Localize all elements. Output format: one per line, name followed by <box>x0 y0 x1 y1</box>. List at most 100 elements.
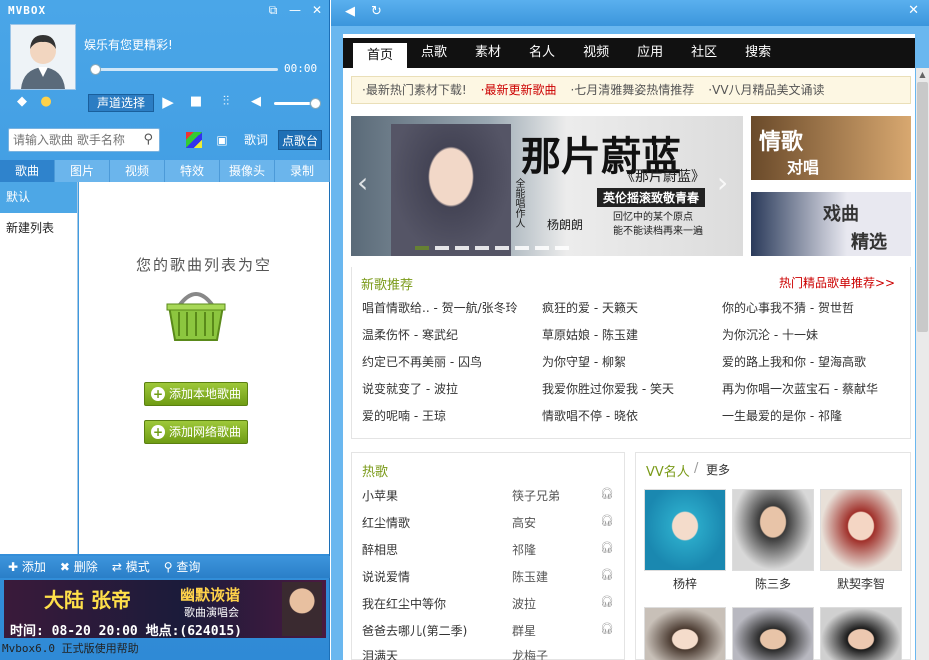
nav-celebrities[interactable]: 名人 <box>515 38 569 68</box>
song-link[interactable]: 爱的路上我和你 - 望海高歌 <box>722 353 866 370</box>
avatar[interactable] <box>10 24 76 90</box>
title-bar[interactable]: MVBOX ⧉ — ✕ <box>0 0 330 22</box>
nav-home[interactable]: 首页 <box>353 41 408 68</box>
headphone-icon[interactable]: 🎧︎ <box>600 514 614 527</box>
hot-song-title[interactable]: 泪满天 <box>362 647 398 660</box>
scroll-thumb[interactable] <box>917 82 928 332</box>
vv-more-link[interactable]: 更多 <box>706 461 730 478</box>
hot-song-artist[interactable]: 陈玉建 <box>512 568 548 585</box>
promo-opera[interactable]: 戏曲 精选 <box>751 192 911 256</box>
hot-song-artist[interactable]: 祁隆 <box>512 541 536 558</box>
song-link[interactable]: 爱的呢喃 - 王琼 <box>362 407 446 424</box>
diamond-icon[interactable]: ◆ <box>14 92 30 112</box>
tab-camera[interactable]: 摄像头 <box>220 160 275 182</box>
song-link[interactable]: 为你沉沦 - 十一妹 <box>722 326 818 343</box>
delete-button[interactable]: ✖ 删除 <box>60 556 98 578</box>
headphone-icon[interactable]: 🎧︎ <box>600 487 614 500</box>
carousel-dot[interactable] <box>535 246 549 250</box>
headphone-icon[interactable]: 🎧︎ <box>600 541 614 554</box>
song-link[interactable]: 再为你唱一次蓝宝石 - 蔡献华 <box>722 380 878 397</box>
nav-apps[interactable]: 应用 <box>623 38 677 68</box>
notice-link[interactable]: ·最新更新歌曲 <box>481 77 557 103</box>
channel-select-button[interactable]: 声道选择 <box>88 94 154 112</box>
celebrity-name[interactable]: 杨梓 <box>644 575 726 592</box>
carousel-dot[interactable] <box>455 246 469 250</box>
close-panel-button[interactable]: ✕ <box>908 3 919 18</box>
headphone-icon[interactable]: 🎧︎ <box>600 595 614 608</box>
song-link[interactable]: 说变就变了 - 波拉 <box>362 380 458 397</box>
volume-slider[interactable] <box>274 98 321 109</box>
refresh-icon[interactable]: ↻ <box>371 4 382 19</box>
carousel-dot[interactable] <box>515 246 529 250</box>
list-item[interactable]: 泪满天 龙梅子 <box>362 647 618 660</box>
carousel-dot[interactable] <box>555 246 569 250</box>
hot-song-artist[interactable]: 筷子兄弟 <box>512 487 560 504</box>
notice-link[interactable]: ·最新热门素材下载! <box>362 77 467 103</box>
song-link[interactable]: 温柔伤怀 - 寒武纪 <box>362 326 458 343</box>
hot-song-artist[interactable]: 高安 <box>512 514 536 531</box>
close-button[interactable]: ✕ <box>308 2 326 18</box>
celebrity-photo[interactable] <box>644 489 726 571</box>
notice-link[interactable]: ·VV八月精品美文诵读 <box>708 77 824 103</box>
hot-song-title[interactable]: 我在红尘中等你 <box>362 595 446 612</box>
carousel-dot[interactable] <box>475 246 489 250</box>
celebrity-photo[interactable] <box>820 489 902 571</box>
minimize-button[interactable]: — <box>286 2 304 18</box>
headphone-icon[interactable]: 🎧︎ <box>600 622 614 635</box>
tab-songs[interactable]: 歌曲 <box>0 160 55 182</box>
color-palette-icon[interactable] <box>186 132 202 148</box>
song-link[interactable]: 约定已不再美丽 - 囚鸟 <box>362 353 482 370</box>
tab-effects[interactable]: 特效 <box>165 160 220 182</box>
playlist-new[interactable]: 新建列表 <box>0 213 77 244</box>
hot-song-title[interactable]: 说说爱情 <box>362 568 410 585</box>
search-input[interactable] <box>13 132 137 148</box>
song-link[interactable]: 你的心事我不猜 - 贺世哲 <box>722 299 854 316</box>
list-item[interactable]: 醉相思 祁隆 🎧︎ <box>362 541 618 561</box>
hot-song-title[interactable]: 红尘情歌 <box>362 514 410 531</box>
celebrity-photo[interactable] <box>644 607 726 660</box>
restore-button[interactable]: ⧉ <box>264 2 282 18</box>
list-item[interactable]: 我在红尘中等你 波拉 🎧︎ <box>362 595 618 615</box>
nav-community[interactable]: 社区 <box>677 38 731 68</box>
nav-materials[interactable]: 素材 <box>461 38 515 68</box>
progress-bar[interactable] <box>90 64 278 75</box>
equalizer-icon[interactable]: ⫶⫶ <box>216 92 236 112</box>
status-bar[interactable]: Mvbox6.0 正式版使用帮助 <box>2 640 139 656</box>
user-icon[interactable]: ● <box>38 92 54 112</box>
song-link[interactable]: 情歌唱不停 - 晓依 <box>542 407 638 424</box>
search-box[interactable]: ⚲ <box>8 128 160 152</box>
nav-request[interactable]: 点歌 <box>407 38 461 68</box>
hot-song-artist[interactable]: 龙梅子 <box>512 647 548 660</box>
promo-love-duet[interactable]: 情歌 对唱 <box>751 116 911 180</box>
list-item[interactable]: 说说爱情 陈玉建 🎧︎ <box>362 568 618 588</box>
tab-pictures[interactable]: 图片 <box>55 160 110 182</box>
concert-ad-banner[interactable]: 大陆 张帝 幽默诙谐 歌曲演唱会 时间: 08-20 20:00 地点:(624… <box>4 580 326 638</box>
progress-knob[interactable] <box>90 64 101 75</box>
carousel-dot[interactable] <box>495 246 509 250</box>
stop-icon[interactable]: ■ <box>188 92 204 112</box>
song-link[interactable]: 一生最爱的是你 - 祁隆 <box>722 407 842 424</box>
carousel-dot[interactable] <box>415 246 429 250</box>
list-item[interactable]: 小苹果 筷子兄弟 🎧︎ <box>362 487 618 507</box>
hot-song-title[interactable]: 小苹果 <box>362 487 398 504</box>
volume-knob[interactable] <box>310 98 321 109</box>
hot-song-artist[interactable]: 群星 <box>512 622 536 639</box>
song-link[interactable]: 我爱你胜过你爱我 - 笑天 <box>542 380 674 397</box>
hot-song-artist[interactable]: 波拉 <box>512 595 536 612</box>
feature-banner[interactable]: 那片蔚蓝 《那片蔚蓝》 英伦摇滚致敬青春 回忆中的某个原点 能不能读档再来一遍 … <box>351 116 743 256</box>
celebrity-photo[interactable] <box>732 489 814 571</box>
celebrity-photo[interactable] <box>820 607 902 660</box>
song-link[interactable]: 唱首情歌给.. - 贺一航/张冬玲 <box>362 299 518 316</box>
notice-link[interactable]: ·七月清雅舞姿热情推荐 <box>570 77 694 103</box>
lyrics-button[interactable]: 歌词 <box>240 130 272 150</box>
celebrity-name[interactable]: 陈三多 <box>732 575 814 592</box>
hot-song-title[interactable]: 醉相思 <box>362 541 398 558</box>
page-scrollbar[interactable]: ▲ <box>916 68 929 660</box>
nav-search[interactable]: 搜索 <box>731 38 785 68</box>
song-link[interactable]: 为你守望 - 柳絮 <box>542 353 626 370</box>
list-item[interactable]: 红尘情歌 高安 🎧︎ <box>362 514 618 534</box>
tab-videos[interactable]: 视频 <box>110 160 165 182</box>
query-button[interactable]: ⚲ 查询 <box>164 556 201 578</box>
celebrity-name[interactable]: 默契李智 <box>820 575 902 592</box>
volume-icon[interactable]: ◀ <box>248 92 264 112</box>
